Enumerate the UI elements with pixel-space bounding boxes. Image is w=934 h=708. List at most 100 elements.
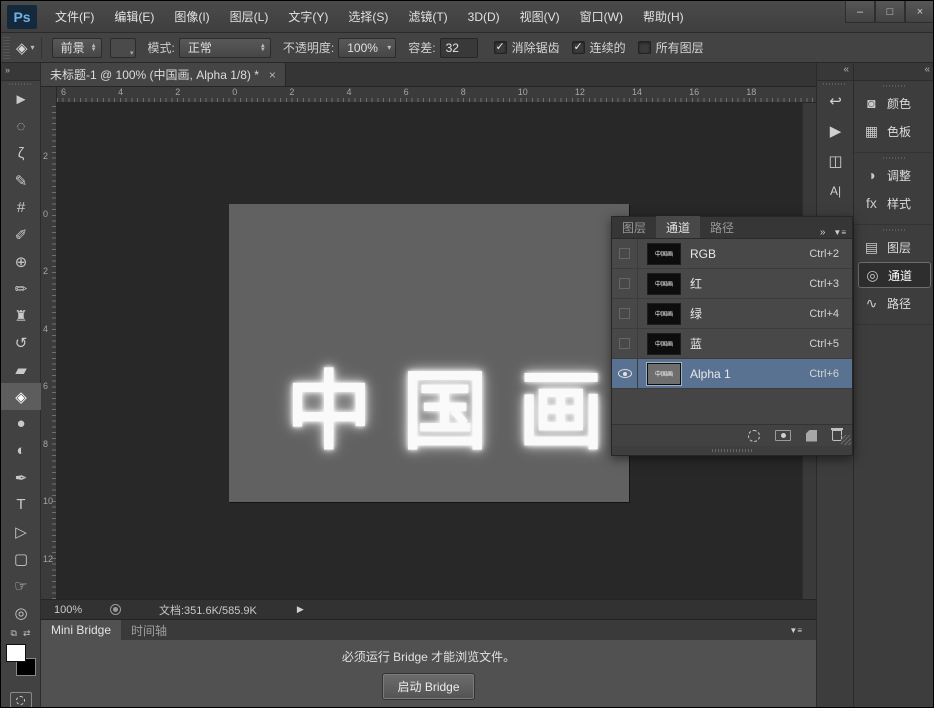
3d-panel-icon[interactable]: ◫ bbox=[817, 146, 854, 176]
launch-bridge-button[interactable]: 启动 Bridge bbox=[383, 674, 473, 699]
visibility-toggle[interactable] bbox=[612, 329, 638, 359]
dock-collapse-arrows[interactable]: « bbox=[854, 63, 934, 81]
crop-tool[interactable]: # bbox=[1, 194, 41, 221]
options-bar-grip[interactable] bbox=[3, 37, 10, 59]
menu-选择[interactable]: 选择(S) bbox=[338, 1, 398, 33]
menu-图像[interactable]: 图像(I) bbox=[164, 1, 219, 33]
dock-button-颜色[interactable]: ◙颜色 bbox=[858, 90, 931, 116]
checkbox-连续的[interactable]: ✓连续的 bbox=[572, 39, 626, 56]
zoom-level-field[interactable]: 100% bbox=[54, 604, 98, 616]
panel-menu-icon[interactable]: ▼≡ bbox=[789, 626, 802, 635]
channels-tab-路径[interactable]: 路径 bbox=[700, 216, 744, 238]
dock-button-调整[interactable]: ◑调整 bbox=[858, 162, 931, 188]
brush-tool[interactable]: ✏ bbox=[1, 275, 41, 302]
panel-collapse-icon[interactable]: » bbox=[820, 227, 826, 238]
menu-文字[interactable]: 文字(Y) bbox=[278, 1, 338, 33]
mode-select[interactable]: 正常 ▲▼ bbox=[179, 38, 271, 58]
actions-panel-icon[interactable]: ▶ bbox=[817, 116, 854, 146]
menu-图层[interactable]: 图层(L) bbox=[220, 1, 279, 33]
dock-button-通道[interactable]: ◎通道 bbox=[858, 262, 931, 288]
lasso-tool[interactable]: ζ bbox=[1, 140, 41, 167]
hand-tool[interactable]: ☞ bbox=[1, 572, 41, 599]
tab-close-icon[interactable]: × bbox=[269, 68, 276, 82]
tab-时间轴[interactable]: 时间轴 bbox=[121, 620, 177, 640]
channel-rows: 中国画RGBCtrl+2中国画红Ctrl+3中国画绿Ctrl+4中国画蓝Ctrl… bbox=[612, 239, 852, 424]
blur-tool[interactable]: ● bbox=[1, 410, 41, 437]
channels-panel-resize-grip[interactable] bbox=[612, 446, 852, 455]
rectangle-shape-tool[interactable]: ▢ bbox=[1, 545, 41, 572]
menu-文件[interactable]: 文件(F) bbox=[45, 1, 104, 33]
path-selection-tool[interactable]: ▷ bbox=[1, 518, 41, 545]
tool-preset-picker[interactable]: ◈ ▾ bbox=[12, 37, 42, 59]
visibility-toggle[interactable] bbox=[612, 299, 638, 329]
dock-group-grip[interactable] bbox=[854, 83, 934, 88]
menu-滤镜[interactable]: 滤镜(T) bbox=[398, 1, 457, 33]
vertical-ruler[interactable]: 2024681012 bbox=[41, 103, 57, 599]
eraser-tool[interactable]: ▰ bbox=[1, 356, 41, 383]
quick-selection-tool[interactable]: ✎ bbox=[1, 167, 41, 194]
history-brush-tool[interactable]: ↺ bbox=[1, 329, 41, 356]
load-selection-icon[interactable] bbox=[748, 430, 760, 442]
visibility-toggle[interactable] bbox=[612, 239, 638, 269]
channel-row-红[interactable]: 中国画红Ctrl+3 bbox=[612, 269, 852, 299]
save-selection-icon[interactable] bbox=[775, 430, 791, 441]
status-menu-arrow-icon[interactable]: ▶ bbox=[297, 604, 304, 615]
eyedropper-tool[interactable]: ✐ bbox=[1, 221, 41, 248]
dock-group-grip[interactable] bbox=[854, 155, 934, 160]
paint-bucket-tool[interactable]: ◈ bbox=[1, 383, 41, 410]
menu-视图[interactable]: 视图(V) bbox=[510, 1, 570, 33]
menu-3D[interactable]: 3D(D) bbox=[458, 1, 510, 33]
panel-menu-icon[interactable]: ▼≡ bbox=[833, 228, 846, 237]
chevron-down-icon: ▾ bbox=[387, 43, 391, 52]
type-tool[interactable]: T bbox=[1, 491, 41, 518]
fill-source-select[interactable]: 前景 ▲▼ bbox=[52, 38, 102, 58]
tolerance-input[interactable]: 32 bbox=[440, 38, 478, 58]
tab-Mini Bridge[interactable]: Mini Bridge bbox=[41, 620, 121, 640]
dock-group-grip[interactable] bbox=[854, 227, 934, 232]
pen-tool[interactable]: ✒ bbox=[1, 464, 41, 491]
maximize-button[interactable]: □ bbox=[875, 1, 905, 23]
history-panel-icon[interactable]: ↩ bbox=[817, 86, 854, 116]
move-tool[interactable]: ► bbox=[1, 86, 41, 113]
dock-button-色板[interactable]: ▦色板 bbox=[858, 118, 931, 144]
checkbox-box-icon: ✓ bbox=[572, 41, 585, 54]
clone-stamp-tool[interactable]: ♜ bbox=[1, 302, 41, 329]
channels-panel-corner-grip[interactable] bbox=[841, 435, 851, 445]
close-button[interactable]: × bbox=[905, 1, 934, 23]
dodge-tool[interactable]: ◐ bbox=[1, 437, 41, 464]
channel-thumbnail: 中国画 bbox=[647, 303, 681, 325]
menu-窗口[interactable]: 窗口(W) bbox=[570, 1, 633, 33]
dock-button-路径[interactable]: ∿路径 bbox=[858, 290, 931, 316]
canvas[interactable]: 中国画 bbox=[229, 204, 629, 502]
horizontal-ruler[interactable]: 642024681012141618 bbox=[57, 87, 816, 102]
channels-tab-图层[interactable]: 图层 bbox=[612, 216, 656, 238]
menu-帮助[interactable]: 帮助(H) bbox=[633, 1, 694, 33]
dock-button-图层[interactable]: ▤图层 bbox=[858, 234, 931, 260]
checkbox-消除锯齿[interactable]: ✓消除锯齿 bbox=[494, 39, 560, 56]
channel-row-绿[interactable]: 中国画绿Ctrl+4 bbox=[612, 299, 852, 329]
channel-row-蓝[interactable]: 中国画蓝Ctrl+5 bbox=[612, 329, 852, 359]
tools-panel-collapse[interactable]: » bbox=[1, 63, 40, 81]
visibility-toggle[interactable] bbox=[612, 269, 638, 299]
channel-row-Alpha 1[interactable]: 中国画Alpha 1Ctrl+6 bbox=[612, 359, 852, 389]
foreground-color-swatch[interactable] bbox=[6, 644, 26, 662]
visibility-toggle[interactable] bbox=[612, 359, 638, 389]
quick-mask-button[interactable] bbox=[10, 692, 32, 708]
document-tab[interactable]: 未标题-1 @ 100% (中国画, Alpha 1/8) * × bbox=[41, 63, 286, 86]
spot-healing-brush-tool[interactable]: ⊕ bbox=[1, 248, 41, 275]
zoom-tool[interactable]: ◎ bbox=[1, 599, 41, 626]
character-panel-icon[interactable]: A| bbox=[817, 176, 854, 206]
channel-row-RGB[interactable]: 中国画RGBCtrl+2 bbox=[612, 239, 852, 269]
channels-tab-通道[interactable]: 通道 bbox=[656, 216, 700, 238]
pattern-picker[interactable] bbox=[110, 38, 136, 58]
opacity-select[interactable]: 100% ▾ bbox=[338, 38, 396, 58]
rectangular-marquee-tool[interactable]: ◌ bbox=[1, 113, 41, 140]
minimize-button[interactable]: – bbox=[845, 1, 875, 23]
new-channel-icon[interactable] bbox=[806, 430, 817, 442]
default-colors-icon[interactable]: ⧉ bbox=[11, 628, 17, 642]
dock-button-样式[interactable]: fx样式 bbox=[858, 190, 931, 216]
menu-编辑[interactable]: 编辑(E) bbox=[104, 1, 164, 33]
strip-collapse-arrows[interactable]: « bbox=[817, 63, 853, 81]
checkbox-所有图层[interactable]: 所有图层 bbox=[638, 39, 704, 56]
swap-colors-icon[interactable]: ⇄ bbox=[23, 628, 31, 642]
